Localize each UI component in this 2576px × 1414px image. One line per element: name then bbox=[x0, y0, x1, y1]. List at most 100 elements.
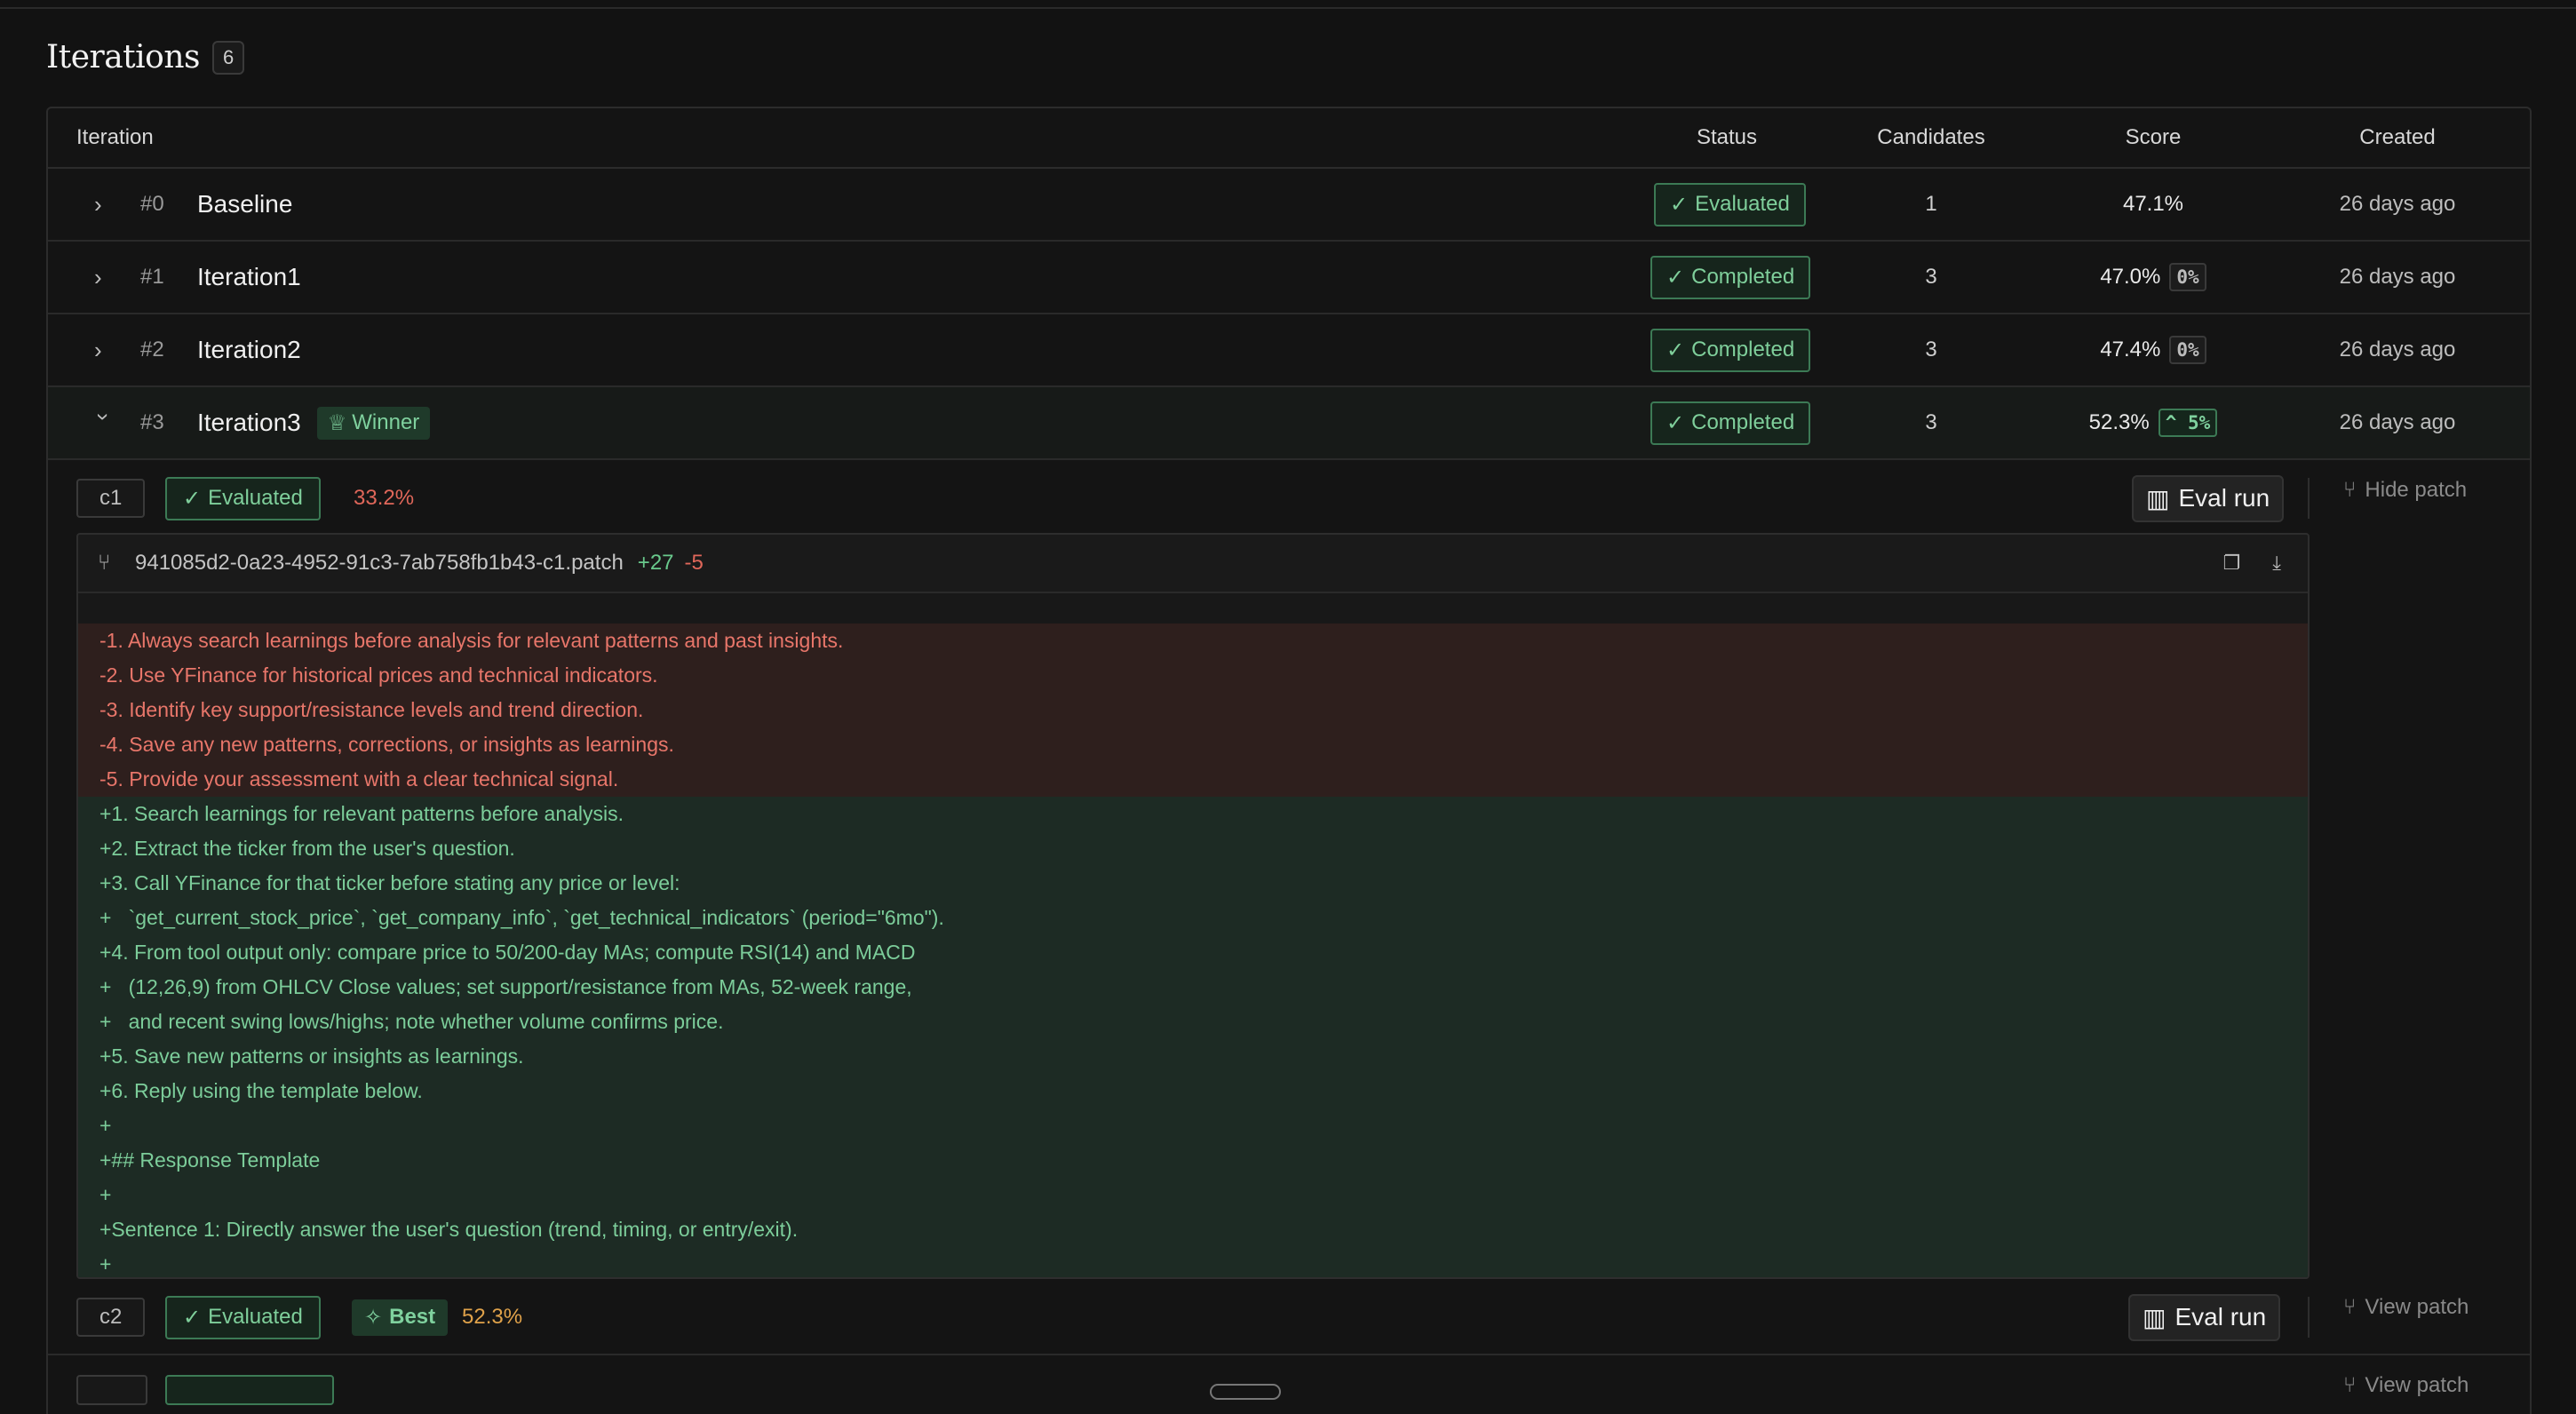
patch-filename: 941085d2-0a23-4952-91c3-7ab758fb1b43-c1.… bbox=[135, 551, 624, 575]
score-delta-badge: 0% bbox=[2169, 263, 2206, 291]
iteration-number: #3 bbox=[140, 410, 164, 434]
status-badge: ✓ Completed bbox=[1650, 328, 1811, 372]
table-row[interactable]: › #3 Iteration3 ♕ Winner ✓ Completed 3 52.… bbox=[48, 387, 2530, 460]
status-label: Evaluated bbox=[1695, 192, 1790, 216]
check-icon: ✓ bbox=[183, 1305, 202, 1330]
column-header-score[interactable]: Score bbox=[2082, 125, 2224, 150]
chevron-right-icon[interactable]: › bbox=[94, 193, 114, 216]
candidate-id: c2 bbox=[76, 1298, 146, 1337]
table-row[interactable]: › #0 Baseline ✓ Evaluated 1 47.1% 26 days… bbox=[48, 169, 2530, 242]
column-header-status[interactable]: Status bbox=[1656, 125, 1798, 150]
patch-header: ⑂ 941085d2-0a23-4952-91c3-7ab758fb1b43-c… bbox=[78, 535, 2308, 593]
diff-line-added: +6. Reply using the template below. bbox=[78, 1074, 2308, 1108]
patch-deletions: -5 bbox=[684, 551, 704, 575]
score-delta-badge: 0% bbox=[2169, 336, 2206, 364]
iteration-name: Iteration2 bbox=[197, 336, 301, 364]
candidate-status-badge: ✓ Evaluated bbox=[165, 1295, 321, 1339]
diff-line-removed: -2. Use YFinance for historical prices a… bbox=[78, 658, 2308, 693]
hide-patch-button[interactable]: ⑂ Hide patch bbox=[2343, 478, 2467, 503]
column-header-candidates[interactable]: Candidates bbox=[1860, 125, 2002, 150]
score-cell: 47.1% bbox=[2047, 192, 2260, 217]
candidate-score: 33.2% bbox=[354, 486, 415, 510]
diff-line-removed: -5. Provide your assessment with a clear… bbox=[78, 762, 2308, 797]
winner-badge: ♕ Winner bbox=[316, 406, 431, 440]
eval-run-label: Eval run bbox=[2178, 484, 2270, 512]
clipboard-icon[interactable]: ❐ bbox=[2223, 552, 2241, 575]
iteration-name-label: Iteration1 bbox=[197, 263, 301, 290]
eval-run-button[interactable]: ▥ Eval run bbox=[2132, 474, 2285, 522]
view-patch-button[interactable]: ⑂ View patch bbox=[2343, 1295, 2469, 1320]
candidate-id bbox=[76, 1375, 147, 1405]
status-label: Completed bbox=[1691, 338, 1795, 361]
table-row[interactable]: › #2 Iteration2 ✓ Completed 3 47.4% 0% 26 … bbox=[48, 314, 2530, 387]
winner-label: Winner bbox=[352, 410, 420, 434]
iteration-name: Iteration3 ♕ Winner bbox=[197, 406, 431, 440]
patch-additions: +27 bbox=[637, 551, 674, 575]
divider bbox=[2308, 478, 2310, 519]
iteration-number: #2 bbox=[140, 338, 164, 361]
chart-icon: ▥ bbox=[2143, 1303, 2167, 1331]
candidate-count: 1 bbox=[1925, 192, 1937, 216]
diff-line-added: + bbox=[78, 1108, 2308, 1143]
diff-line-added: + `get_current_stock_price`, `get_compan… bbox=[78, 901, 2308, 935]
table-row[interactable]: › #1 Iteration1 ✓ Completed 3 47.0% 0% 26 … bbox=[48, 242, 2530, 314]
check-icon: ✓ bbox=[183, 486, 202, 511]
chevron-down-icon[interactable]: › bbox=[91, 413, 117, 433]
candidate-row: c2 ✓ Evaluated ✧ Best 52.3% ▥ Eval run ⑂ Vie… bbox=[48, 1279, 2530, 1355]
delta-value: 5% bbox=[2188, 412, 2211, 433]
iteration-name: Baseline bbox=[197, 190, 292, 218]
check-icon: ✓ bbox=[1666, 338, 1685, 362]
candidate-status-label: Evaluated bbox=[208, 486, 303, 510]
download-icon[interactable]: ⤓ bbox=[2272, 552, 2281, 575]
status-label: Completed bbox=[1691, 410, 1795, 434]
iterations-table: Iteration Status Candidates Score Create… bbox=[46, 107, 2532, 1414]
eval-run-label: Eval run bbox=[2174, 1303, 2267, 1331]
patch-toggle-label: View patch bbox=[2365, 1373, 2469, 1397]
candidate-score: 52.3% bbox=[462, 1305, 523, 1329]
iteration-count-badge: 6 bbox=[211, 40, 245, 75]
top-divider bbox=[0, 7, 2576, 9]
iteration-name-label: Baseline bbox=[197, 190, 293, 218]
table-header: Iteration Status Candidates Score Create… bbox=[48, 108, 2530, 169]
candidate-id: c1 bbox=[76, 479, 146, 518]
score-cell: 47.4% 0% bbox=[2047, 336, 2260, 364]
patch-spacer bbox=[78, 593, 2308, 624]
score-delta-badge: ^ 5% bbox=[2158, 409, 2218, 437]
chevron-right-icon[interactable]: › bbox=[94, 338, 114, 361]
diff-line-added: + and recent swing lows/highs; note whet… bbox=[78, 1005, 2308, 1039]
diff-line-added: +2. Extract the ticker from the user's q… bbox=[78, 831, 2308, 866]
patch-file: 941085d2-0a23-4952-91c3-7ab758fb1b43-c1.… bbox=[135, 551, 704, 576]
divider bbox=[2308, 1297, 2310, 1338]
git-compare-icon: ⑂ bbox=[98, 551, 111, 575]
score-cell: 52.3% ^ 5% bbox=[2047, 409, 2260, 437]
diff-line-added: + (12,26,9) from OHLCV Close values; set… bbox=[78, 970, 2308, 1005]
check-icon: ✓ bbox=[1670, 192, 1689, 217]
created-time: 26 days ago bbox=[2339, 265, 2456, 289]
chart-icon: ▥ bbox=[2146, 484, 2170, 512]
view-patch-button[interactable]: ⑂ View patch bbox=[2343, 1373, 2469, 1398]
eval-run-button[interactable]: ▥ Eval run bbox=[2128, 1293, 2281, 1341]
patch-viewer: ⑂ 941085d2-0a23-4952-91c3-7ab758fb1b43-c… bbox=[76, 533, 2310, 1279]
status-badge: ✓ Evaluated bbox=[1654, 182, 1806, 226]
iteration-name-label: Iteration3 bbox=[197, 409, 301, 436]
patch-lines: -1. Always search learnings before analy… bbox=[78, 624, 2308, 1277]
section-title: Iterations bbox=[46, 39, 200, 75]
section-header: Iterations 6 bbox=[46, 39, 245, 75]
column-header-iteration[interactable]: Iteration bbox=[76, 125, 154, 150]
column-header-created[interactable]: Created bbox=[2322, 125, 2473, 150]
diff-line-added: +1. Search learnings for relevant patter… bbox=[78, 797, 2308, 831]
score-value: 47.4% bbox=[2100, 338, 2161, 361]
score-cell: 47.0% 0% bbox=[2047, 263, 2260, 291]
diff-line-added: +4. From tool output only: compare price… bbox=[78, 935, 2308, 970]
score-value: 47.1% bbox=[2122, 192, 2184, 216]
patch-actions: ❐ ⤓ bbox=[2223, 552, 2281, 575]
diff-line-removed: -4. Save any new patterns, corrections, … bbox=[78, 727, 2308, 762]
diff-line-added: + bbox=[78, 1178, 2308, 1212]
check-icon: ✓ bbox=[1666, 265, 1685, 290]
chevron-right-icon[interactable]: › bbox=[94, 266, 114, 289]
diff-line-added: +## Response Template bbox=[78, 1143, 2308, 1178]
score-value: 52.3% bbox=[2088, 410, 2150, 434]
patch-toggle-label: View patch bbox=[2365, 1295, 2469, 1319]
scroll-handle[interactable] bbox=[1210, 1384, 1281, 1400]
candidate-status-badge: ✓ Evaluated bbox=[165, 476, 321, 520]
